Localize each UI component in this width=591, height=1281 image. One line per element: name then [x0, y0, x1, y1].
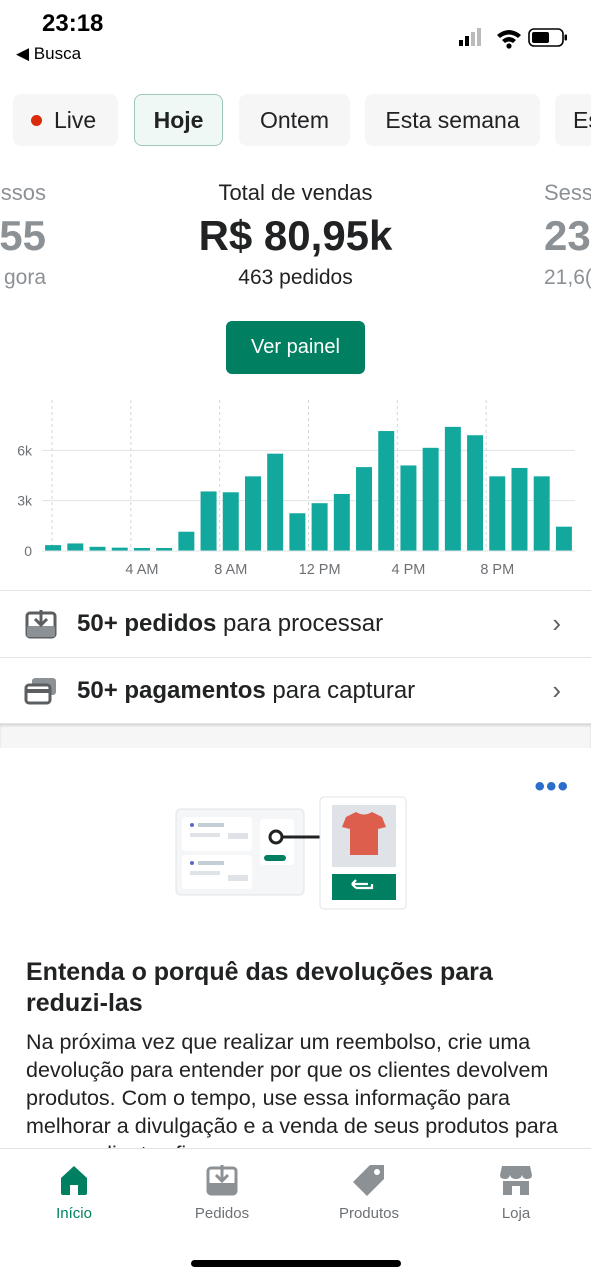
card-body: Na próxima vez que realizar um reembolso…: [26, 1030, 558, 1148]
tab-products-label: Produtos: [338, 1205, 400, 1222]
wifi-icon: [497, 30, 521, 49]
chart-bar: [489, 476, 506, 551]
chip-next[interactable]: Es: [555, 94, 591, 146]
chart-bar: [111, 547, 128, 551]
chart-bar: [333, 493, 350, 551]
sales-by-hour-chart: 0 3k 6k 4 AM 8 AM 12 PM 4 PM 8 PM: [17, 400, 575, 578]
chart-bar: [533, 476, 550, 551]
orders-icon: [206, 1165, 238, 1196]
chart-bar: [67, 543, 84, 551]
chart-bar: [467, 435, 484, 551]
metric-right: Sess 23 21,6(: [544, 180, 591, 289]
signal-icon: [459, 28, 481, 46]
metrics-carousel[interactable]: ssos 55 gora Total de vendas R$ 80,95k 4…: [0, 170, 591, 310]
y-tick-label: 6k: [17, 442, 33, 458]
payments-to-capture-row[interactable]: 50+ pagamentos para capturar ›: [0, 657, 591, 724]
chart-bar: [511, 467, 528, 551]
back-to-search-link[interactable]: ◀ Busca: [16, 44, 81, 64]
chart-bar: [200, 491, 217, 551]
chevron-right-icon: ›: [552, 608, 561, 638]
chart-bar: [311, 503, 328, 551]
download-box-icon: [25, 610, 57, 639]
tab-store[interactable]: Loja: [456, 1163, 576, 1222]
home-indicator: [191, 1260, 401, 1267]
status-time: 23:18: [42, 10, 104, 37]
payments-to-capture-text: 50+ pagamentos para capturar: [77, 676, 416, 704]
section-divider: [0, 724, 591, 748]
tab-orders[interactable]: Pedidos: [162, 1163, 282, 1222]
x-tick-label: 12 PM: [299, 562, 341, 578]
orders-to-process-row[interactable]: 50+ pedidos para processar ›: [0, 590, 591, 656]
chart-bar: [178, 531, 195, 551]
chart-bar: [222, 492, 239, 551]
period-selector: Live Hoje Ontem Esta semana Es: [0, 92, 591, 150]
store-icon: [500, 1166, 532, 1195]
credit-card-icon: [24, 678, 56, 705]
status-icons: [459, 28, 567, 49]
chart-bar: [378, 431, 395, 551]
tag-icon: [353, 1165, 384, 1196]
y-tick-label: 0: [24, 543, 32, 559]
live-dot-icon: [31, 114, 42, 126]
chart-bar: [289, 513, 306, 551]
tab-home-label: Início: [56, 1205, 92, 1222]
chart-bar: [555, 526, 572, 551]
chart-bar: [422, 447, 439, 551]
metric-total-sales: Total de vendas R$ 80,95k 463 pedidos: [198, 180, 393, 289]
tab-orders-label: Pedidos: [194, 1205, 250, 1222]
more-options-icon[interactable]: •••: [534, 770, 569, 804]
chip-live[interactable]: Live: [13, 94, 118, 146]
orders-to-process-text: 50+ pedidos para processar: [77, 609, 384, 637]
card-title: Entenda o porquê das devoluções para red…: [26, 958, 493, 1017]
y-tick-label: 3k: [17, 493, 33, 509]
chip-this-week[interactable]: Esta semana: [365, 94, 540, 146]
tab-home[interactable]: Início: [14, 1163, 134, 1222]
chart-bar: [45, 545, 62, 551]
x-tick-label: 8 PM: [480, 562, 514, 578]
tab-store-label: Loja: [501, 1205, 531, 1222]
chip-yesterday[interactable]: Ontem: [239, 94, 350, 146]
battery-icon: [528, 28, 567, 47]
chart-bar: [400, 465, 417, 551]
returns-illustration: [175, 796, 407, 910]
home-icon: [61, 1166, 87, 1195]
chart-bar: [244, 476, 261, 551]
x-tick-label: 4 PM: [392, 562, 426, 578]
chart-bar: [356, 467, 373, 551]
chip-today[interactable]: Hoje: [134, 94, 223, 146]
chevron-right-icon: ›: [552, 675, 561, 705]
x-tick-label: 8 AM: [214, 562, 247, 578]
chart-bar: [444, 426, 461, 551]
tab-products[interactable]: Produtos: [309, 1163, 429, 1222]
chart-bar: [267, 453, 284, 551]
view-dashboard-button[interactable]: Ver painel: [226, 321, 365, 374]
chart-bar: [89, 546, 106, 551]
x-tick-label: 4 AM: [125, 562, 158, 578]
